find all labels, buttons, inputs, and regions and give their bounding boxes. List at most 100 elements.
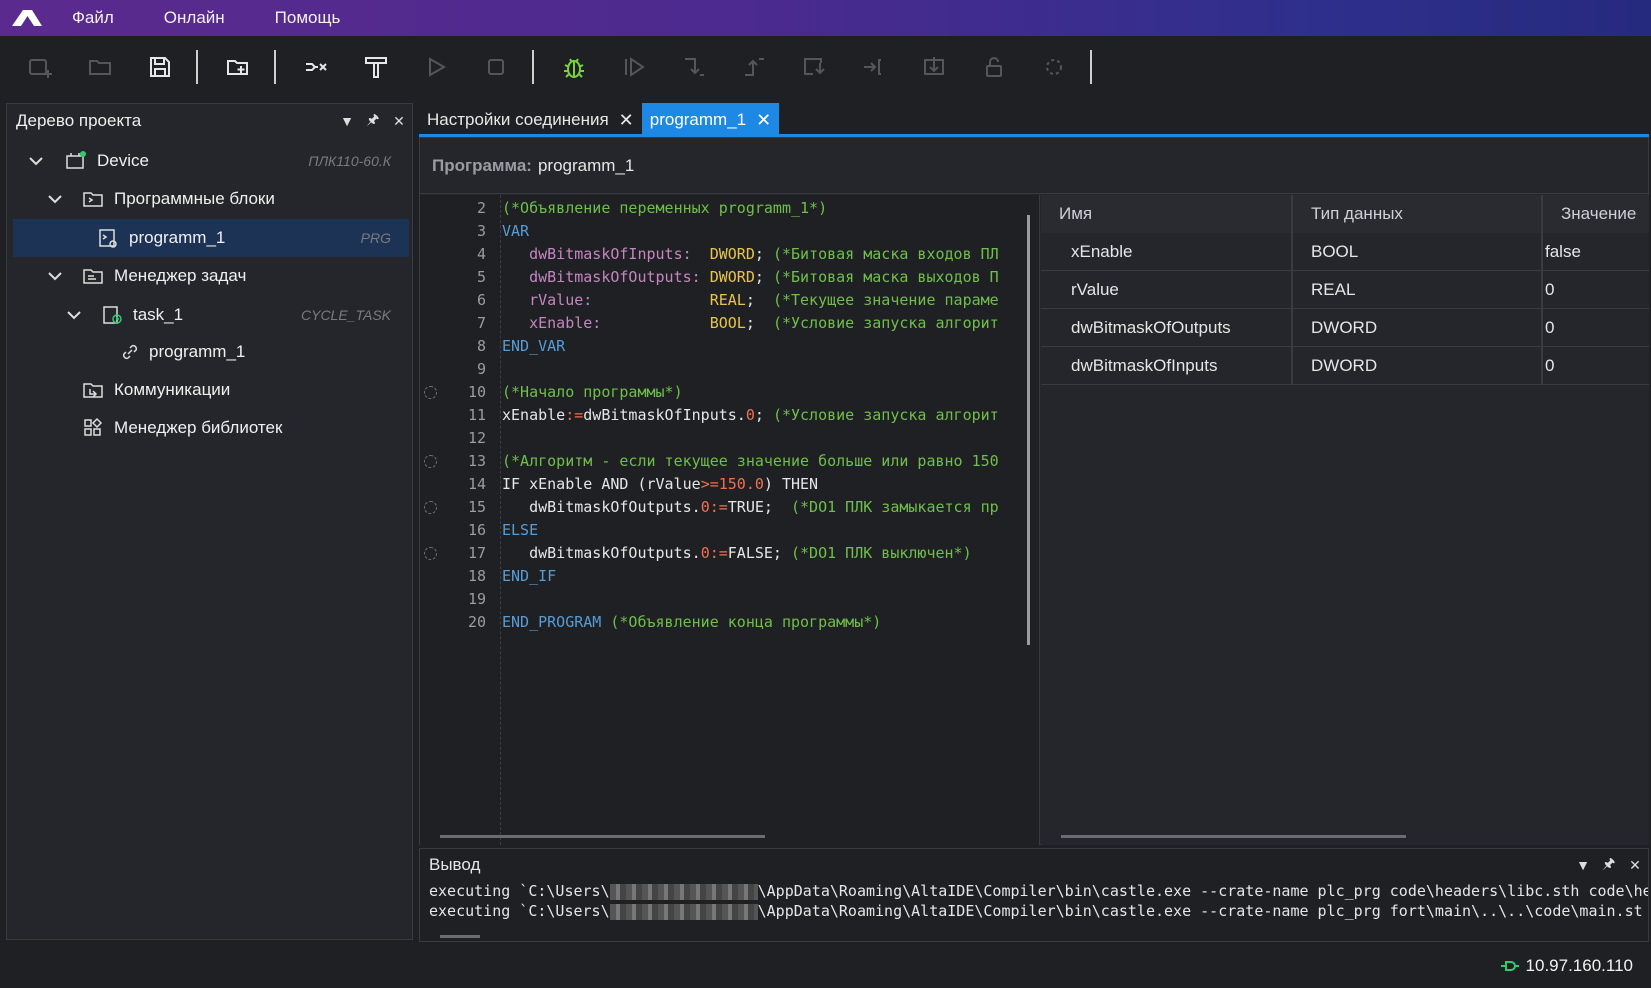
write-values-icon (924, 57, 944, 75)
device-icon (66, 151, 86, 169)
line-number: 17 (467, 544, 486, 562)
tree-item-device[interactable]: Device ПЛК110-60.К (13, 142, 409, 180)
run-button[interactable] (416, 47, 456, 87)
step-run-button[interactable] (614, 47, 654, 87)
tree-item-communications[interactable]: Коммуникации (13, 371, 409, 409)
loading-button[interactable] (1034, 47, 1074, 87)
table-row[interactable]: dwBitmaskOfOutputs DWORD 0 (1041, 309, 1649, 347)
tree-item-task-1[interactable]: task_1 CYCLE_TASK (13, 296, 409, 334)
link-icon (122, 344, 138, 360)
close-icon[interactable]: ✕ (619, 110, 634, 131)
tab-label: Настройки соединения (427, 110, 609, 129)
breakpoint-marker-icon[interactable] (424, 386, 437, 399)
close-icon[interactable]: ✕ (1622, 857, 1648, 874)
line-number: 19 (467, 590, 486, 608)
cell-type: DWORD (1291, 309, 1541, 347)
program-name: programm_1 (537, 155, 635, 175)
menu-file[interactable]: Файл (72, 8, 114, 28)
open-button[interactable] (80, 47, 120, 87)
breakpoint-marker-icon[interactable] (424, 501, 437, 514)
column-header-value[interactable]: Значение (1541, 195, 1649, 233)
breakpoint-marker-icon[interactable] (424, 547, 437, 560)
line-number: 3 (476, 222, 486, 240)
redacted-username (609, 903, 758, 920)
pin-icon[interactable]: 🖈 (360, 109, 386, 133)
output-title: Вывод (429, 855, 481, 874)
cell-name: rValue (1071, 280, 1119, 299)
table-row[interactable]: rValue REAL 0 (1041, 271, 1649, 309)
project-tree-header: Дерево проекта ▼ 🖈 ✕ (7, 104, 412, 138)
cell-value[interactable]: false (1541, 233, 1649, 271)
tab-programm-1[interactable]: programm_1 ✕ (641, 103, 780, 137)
run-to-cursor-button[interactable] (854, 47, 894, 87)
step-into-button[interactable] (674, 47, 714, 87)
tree-item-program-blocks[interactable]: Программные блоки (13, 180, 409, 218)
tree-item-tag: ПЛК110-60.К (308, 153, 391, 169)
tree-item-label: Менеджер библиотек (114, 418, 283, 437)
line-number: 7 (476, 314, 486, 332)
close-icon[interactable]: ✕ (756, 110, 771, 131)
chevron-down-icon[interactable] (46, 267, 64, 285)
code-line: 9 (420, 357, 1039, 381)
build-button[interactable] (356, 47, 396, 87)
cell-type: DWORD (1291, 347, 1541, 385)
tree-item-task-manager[interactable]: Менеджер задач (13, 257, 409, 295)
output-horizontal-scrollbar[interactable] (440, 935, 480, 938)
chevron-down-icon[interactable] (27, 152, 45, 170)
menu-bar: Файл Онлайн Помощь (0, 0, 1651, 36)
cell-value[interactable]: 0 (1541, 271, 1649, 309)
add-object-button[interactable] (218, 47, 258, 87)
chevron-down-icon[interactable] (65, 306, 83, 324)
debug-button[interactable] (554, 47, 594, 87)
output-line-suffix: \AppData\Roaming\AltaIDE\Compiler\bin\ca… (757, 902, 1648, 920)
code-horizontal-scrollbar[interactable] (440, 835, 765, 838)
code-editor[interactable]: 2 (*Объявление переменных programm_1*) 3V… (420, 195, 1040, 845)
table-row[interactable]: xEnable BOOL false (1041, 233, 1649, 271)
pin-icon[interactable]: 🖈 (1596, 853, 1622, 877)
table-horizontal-scrollbar[interactable] (1061, 835, 1406, 838)
add-folder-icon (227, 60, 248, 75)
play-icon (429, 57, 447, 77)
table-row[interactable]: dwBitmaskOfInputs DWORD 0 (1041, 347, 1649, 385)
chevron-down-icon[interactable] (46, 190, 64, 208)
code-vertical-scrollbar[interactable] (1027, 215, 1030, 645)
stop-button[interactable] (476, 47, 516, 87)
program-editor: Программа: programm_1 2 (*Объявление пере… (419, 137, 1649, 845)
write-values-button[interactable] (914, 47, 954, 87)
tree-item-task-programm-1[interactable]: programm_1 (13, 333, 409, 371)
tree-item-label: programm_1 (149, 342, 246, 361)
tree-item-programm-1[interactable]: programm_1 PRG (13, 219, 409, 257)
column-header-type[interactable]: Тип данных (1291, 195, 1541, 233)
dropdown-icon[interactable]: ▼ (1570, 857, 1596, 873)
cell-value[interactable]: 0 (1541, 309, 1649, 347)
editor-tabs: Настройки соединения ✕ programm_1 ✕ (419, 103, 1651, 137)
tab-connection-settings[interactable]: Настройки соединения ✕ (419, 103, 642, 137)
close-icon[interactable]: ✕ (386, 113, 412, 130)
library-icon (84, 417, 103, 436)
code-line: 3 VAR (420, 219, 1039, 243)
tree-item-library-manager[interactable]: Менеджер библиотек (13, 409, 409, 447)
line-number: 15 (467, 498, 486, 516)
breakpoint-marker-icon[interactable] (424, 455, 437, 468)
variables-table: Имя Тип данных Значение xEnable BOOL fal… (1041, 195, 1649, 845)
new-project-button[interactable] (20, 47, 60, 87)
column-header-name[interactable]: Имя (1041, 195, 1291, 233)
unlock-button[interactable] (974, 47, 1014, 87)
tree-item-label: Программные блоки (114, 189, 275, 208)
menu-online[interactable]: Онлайн (164, 8, 225, 28)
dropdown-icon[interactable]: ▼ (334, 113, 360, 129)
compile-button[interactable] (296, 47, 336, 87)
cell-name: xEnable (1071, 242, 1133, 261)
project-tree-panel: Дерево проекта ▼ 🖈 ✕ Device ПЛК110-60.К … (6, 103, 413, 940)
folder-icon (89, 60, 111, 75)
task-folder-icon (83, 269, 103, 284)
cell-value[interactable]: 0 (1541, 347, 1649, 385)
connection-icon (1500, 961, 1519, 971)
save-button[interactable] (140, 47, 180, 87)
menu-help[interactable]: Помощь (275, 8, 341, 28)
step-over-button[interactable] (794, 47, 834, 87)
code-line: 6 rValue: REAL; (*Текущее значение парам… (420, 288, 1039, 312)
code-line: 4 dwBitmaskOfInputs: DWORD; (*Битовая ма… (420, 242, 1039, 266)
step-out-button[interactable] (734, 47, 774, 87)
spinner-icon (1046, 59, 1062, 75)
